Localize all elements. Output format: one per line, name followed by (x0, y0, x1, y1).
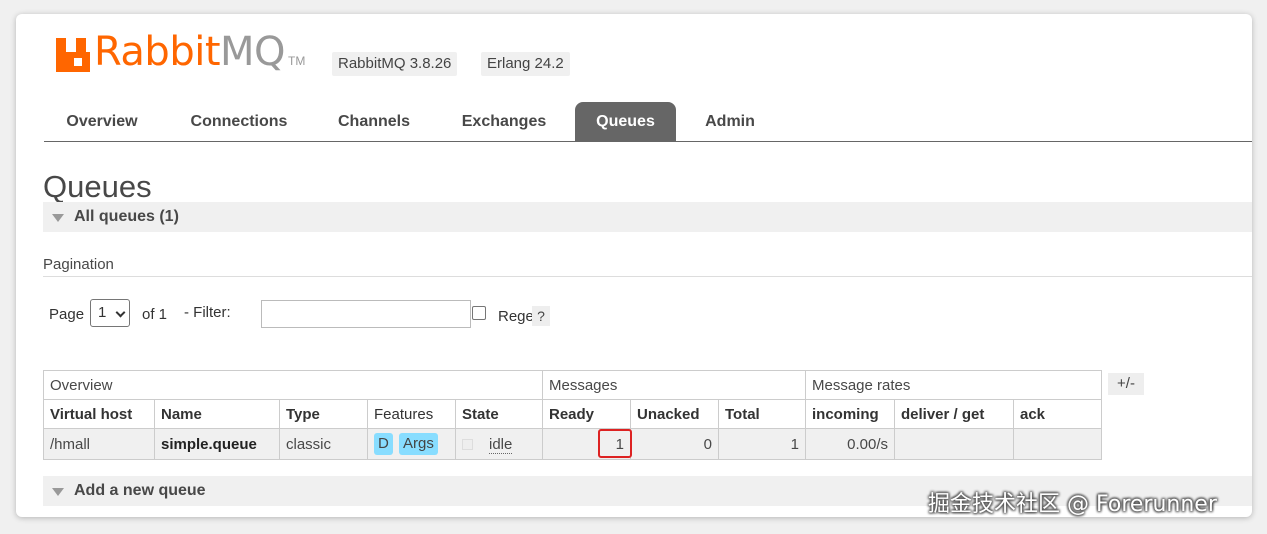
erlang-version-badge: Erlang 24.2 (481, 52, 570, 76)
state-label[interactable]: idle (489, 435, 513, 454)
cell-queue-name-link[interactable]: simple.queue (154, 428, 280, 460)
tab-overview[interactable]: Overview (44, 102, 160, 141)
feature-tag-durable[interactable]: D (374, 433, 393, 455)
group-header-overview: Overview (43, 370, 543, 400)
cell-features: D Args (367, 428, 456, 460)
logo-text-mq: MQ (220, 29, 286, 75)
filter-label: - Filter: (184, 304, 231, 321)
state-indicator-icon (462, 439, 473, 451)
rabbitmq-version-badge: RabbitMQ 3.8.26 (332, 52, 458, 76)
collapse-triangle-icon (52, 214, 64, 222)
tab-queues[interactable]: Queues (575, 102, 676, 141)
page-title: Queues (43, 169, 152, 204)
feature-tag-args[interactable]: Args (399, 433, 438, 455)
cell-state: idle (455, 428, 543, 460)
columns-toggle-button[interactable]: +/- (1108, 373, 1144, 395)
cell-unacked: 0 (630, 428, 719, 460)
all-queues-label: All queues (1) (74, 208, 179, 225)
col-name[interactable]: Name (154, 399, 280, 429)
group-header-messages: Messages (542, 370, 806, 400)
col-type[interactable]: Type (279, 399, 368, 429)
pagination-title: Pagination (43, 256, 114, 273)
cell-deliver-get (894, 428, 1014, 460)
highlight-box (598, 428, 632, 458)
main-nav-tabs: Overview Connections Channels Exchanges … (44, 102, 1252, 142)
col-incoming[interactable]: incoming (805, 399, 895, 429)
group-header-message-rates: Message rates (805, 370, 1102, 400)
cell-type: classic (279, 428, 368, 460)
all-queues-section-toggle[interactable]: All queues (1) (43, 202, 1252, 232)
rabbitmq-logo[interactable]: Rabbit MQ TM (56, 32, 305, 72)
tab-exchanges[interactable]: Exchanges (444, 102, 564, 141)
col-unacked[interactable]: Unacked (630, 399, 719, 429)
filter-input[interactable] (261, 300, 471, 328)
tab-admin[interactable]: Admin (688, 102, 772, 141)
pagination-divider (43, 276, 1252, 277)
rabbitmq-logo-icon (56, 38, 90, 72)
col-deliver-get[interactable]: deliver / get (894, 399, 1014, 429)
table-row[interactable]: /hmall simple.queue classic D Args idle … (43, 428, 1102, 460)
page-of-label: of 1 (142, 306, 168, 323)
chevron-down-icon (115, 307, 126, 318)
logo-trademark: TM (288, 54, 306, 68)
tab-channels[interactable]: Channels (324, 102, 424, 141)
cell-total: 1 (718, 428, 806, 460)
col-state[interactable]: State (455, 399, 543, 429)
logo-text-rabbit: Rabbit (94, 29, 221, 75)
cell-ack (1013, 428, 1102, 460)
queues-table: Overview Messages Message rates Virtual … (43, 370, 1102, 460)
col-features: Features (367, 399, 456, 429)
page-select[interactable]: 1 (90, 299, 130, 327)
main-card: Rabbit MQ TM RabbitMQ 3.8.26 Erlang 24.2… (16, 14, 1252, 517)
page-label: Page (49, 306, 85, 323)
cell-incoming: 0.00/s (805, 428, 895, 460)
regex-checkbox[interactable] (472, 306, 486, 320)
cell-ready: 1 (542, 428, 632, 460)
col-virtual-host[interactable]: Virtual host (43, 399, 155, 429)
regex-help-button[interactable]: ? (532, 306, 550, 326)
watermark: 掘金技术社区 @ Forerunner (928, 492, 1217, 517)
col-total[interactable]: Total (718, 399, 806, 429)
col-ack[interactable]: ack (1013, 399, 1102, 429)
ready-value-box: 1 (598, 428, 632, 458)
col-ready[interactable]: Ready (542, 399, 631, 429)
cell-vhost: /hmall (43, 428, 155, 460)
tab-connections[interactable]: Connections (174, 102, 304, 141)
page-select-value: 1 (98, 304, 107, 321)
add-queue-label: Add a new queue (74, 482, 206, 499)
collapse-triangle-icon (52, 488, 64, 496)
